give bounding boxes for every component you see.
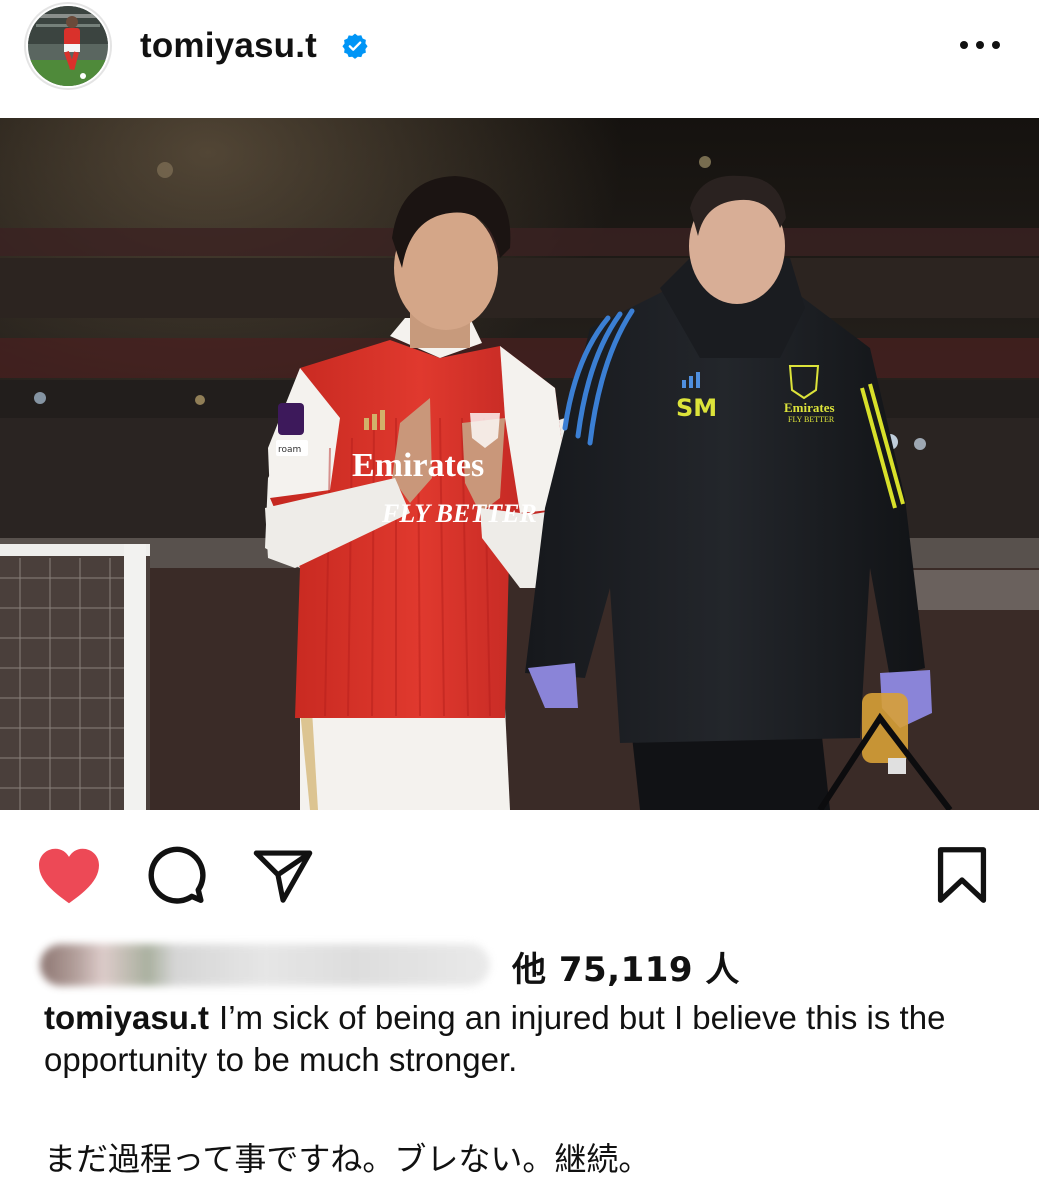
- heart-filled-icon: [39, 848, 99, 904]
- sleeve-badge-text: roam: [278, 445, 301, 455]
- caption-username[interactable]: tomiyasu.t: [44, 999, 209, 1036]
- post-username[interactable]: tomiyasu.t: [140, 26, 317, 66]
- likes-row[interactable]: 他 75,119 人: [40, 940, 1000, 992]
- comment-icon: [148, 846, 206, 904]
- verified-badge-icon: [342, 33, 368, 59]
- save-button[interactable]: [936, 846, 988, 909]
- jacket-sponsor-subtext: FLY BETTER: [788, 415, 835, 424]
- likes-count: 他 75,119 人: [512, 950, 740, 990]
- bookmark-icon: [937, 847, 987, 903]
- post-caption: tomiyasu.t I’m sick of being an injured b…: [44, 997, 1004, 1081]
- stadium-photo: Emirates FLY BETTER roam SM Emirates FLY…: [0, 118, 1039, 810]
- jacket-initials: SM: [676, 394, 717, 422]
- more-horizontal-icon: [960, 41, 1000, 49]
- share-button[interactable]: [252, 848, 314, 909]
- blurred-likers: [40, 944, 490, 986]
- jacket-sponsor-text: Emirates: [784, 400, 835, 415]
- avatar-image: [28, 6, 108, 86]
- post-header: tomiyasu.t: [0, 0, 1039, 118]
- profile-avatar[interactable]: [26, 4, 110, 88]
- post-photo[interactable]: Emirates FLY BETTER roam SM Emirates FLY…: [0, 118, 1039, 810]
- jersey-sponsor-text: Emirates: [352, 447, 484, 484]
- send-paper-plane-icon: [253, 850, 313, 903]
- comment-button[interactable]: [144, 846, 206, 913]
- more-options-button[interactable]: [952, 20, 1008, 70]
- caption-japanese: まだ過程って事ですね。ブレない。継続。: [44, 1140, 651, 1178]
- jersey-sponsor-subtext: FLY BETTER: [381, 499, 537, 528]
- post-action-bar: [0, 810, 1039, 930]
- like-button[interactable]: [36, 846, 102, 911]
